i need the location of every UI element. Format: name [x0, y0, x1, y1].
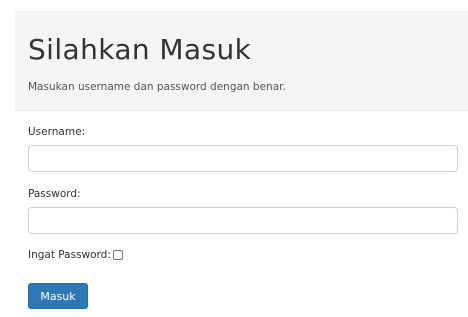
username-label: Username: [28, 126, 86, 138]
username-input[interactable] [28, 145, 458, 172]
login-panel: Silahkan Masuk Masukan username dan pass… [15, 11, 468, 317]
page-title: Silahkan Masuk [28, 33, 252, 66]
password-label: Password: [28, 188, 81, 200]
login-header: Silahkan Masuk Masukan username dan pass… [15, 11, 468, 111]
remember-checkbox[interactable] [112, 250, 123, 260]
password-input[interactable] [28, 207, 458, 234]
remember-label: Ingat Password: [28, 249, 111, 261]
login-button[interactable]: Masuk [28, 283, 88, 309]
remember-row: Ingat Password: [28, 249, 123, 261]
page-subtitle: Masukan username dan password dengan ben… [28, 81, 286, 93]
